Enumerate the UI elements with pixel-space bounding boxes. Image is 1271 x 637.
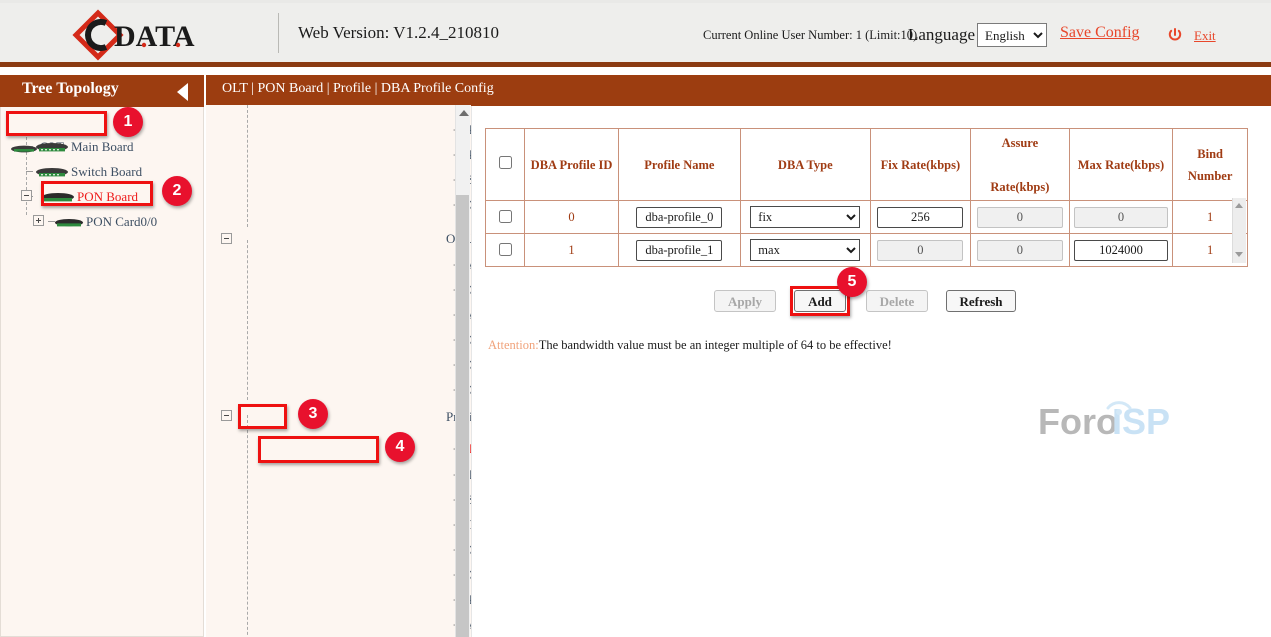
- fix-rate-input: [877, 240, 963, 261]
- header-fix-rate: Fix Rate(kbps): [870, 129, 971, 201]
- dba-profile-table: DBA Profile ID Profile Name DBA Type Fix…: [485, 128, 1248, 267]
- tree-node-label: PON Card0/0: [86, 214, 157, 229]
- cell-dba-type: fix: [741, 201, 871, 234]
- fix-rate-input[interactable]: [877, 207, 963, 228]
- header-profile-name: Profile Name: [618, 129, 740, 201]
- tree-topology-header: Tree Topology: [0, 75, 204, 107]
- tree-node-label: Main Board: [71, 139, 133, 154]
- delete-button: Delete: [866, 290, 928, 312]
- profile-name-input[interactable]: [636, 240, 722, 261]
- header-max-rate: Max Rate(kbps): [1069, 129, 1173, 201]
- cell-assure-rate: [971, 234, 1069, 267]
- row-checkbox[interactable]: [499, 210, 512, 223]
- cell-dba-profile-id: 1: [525, 234, 618, 267]
- menu-guide-line: [247, 415, 248, 637]
- cell-dba-type: max: [741, 234, 871, 267]
- dba-type-select[interactable]: fix: [750, 206, 860, 228]
- cell-max-rate: [1069, 201, 1173, 234]
- max-rate-input: [1074, 207, 1168, 228]
- dba-type-select[interactable]: max: [750, 239, 860, 261]
- apply-button: Apply: [714, 290, 776, 312]
- cell-fix-rate: [870, 201, 971, 234]
- device-icon: [54, 218, 84, 229]
- cell-assure-rate: [971, 201, 1069, 234]
- device-icon: [35, 167, 69, 179]
- header-assure-rate: Assure Rate(kbps): [971, 129, 1069, 201]
- cell-max-rate: [1069, 234, 1173, 267]
- tree-expander-pon-board[interactable]: [21, 190, 32, 201]
- exit-link[interactable]: Exit: [1194, 28, 1216, 44]
- header-accent-rule: [0, 62, 1271, 67]
- refresh-button[interactable]: Refresh: [946, 290, 1016, 312]
- web-version-label: Web Version: V1.2.4_210810: [298, 23, 499, 43]
- cell-profile-name: [618, 234, 740, 267]
- add-button[interactable]: Add: [794, 290, 846, 312]
- cell-fix-rate: [870, 234, 971, 267]
- tree-expander-pon-card[interactable]: [33, 215, 44, 226]
- header-dba-profile-id: DBA Profile ID: [525, 129, 618, 201]
- tree-topology-title: Tree Topology: [22, 80, 119, 98]
- menu-expander-profile[interactable]: [221, 410, 232, 421]
- watermark-foro: Foro: [1038, 401, 1118, 442]
- tree-topology-body: OLT Main Board S: [0, 107, 204, 637]
- device-icon: [41, 192, 75, 204]
- attention-label: Attention:: [488, 338, 539, 352]
- assure-rate-input: [977, 240, 1063, 261]
- table-row: 0 fix 1: [486, 201, 1248, 234]
- select-all-header: [486, 129, 525, 201]
- collapse-sidebar-icon[interactable]: [177, 83, 188, 101]
- header-dba-type: DBA Type: [741, 129, 871, 201]
- profile-name-input[interactable]: [636, 207, 722, 228]
- app-header: DATA Web Version: V1.2.4_210810 Current …: [0, 0, 1271, 62]
- breadcrumb-bar: OLT | PON Board | Profile | DBA Profile …: [206, 75, 1271, 106]
- module-menu-panel: --- Port Extend Config --- Port Rate Lim…: [206, 105, 471, 637]
- assure-rate-input: [977, 207, 1063, 228]
- menu-guide-line: [247, 240, 248, 400]
- menu-scrollbar-thumb[interactable]: [456, 195, 469, 637]
- cdata-logo: DATA: [72, 9, 212, 61]
- watermark-isp: ISP: [1112, 401, 1170, 442]
- header-assure-line2: Rate(kbps): [990, 180, 1049, 194]
- attention-message: The bandwidth value must be an integer m…: [539, 338, 892, 352]
- menu-expander-onu-manage[interactable]: [221, 233, 232, 244]
- language-label: Language: [908, 25, 975, 45]
- menu-scroll-up-icon[interactable]: [459, 110, 469, 116]
- table-header-row: DBA Profile ID Profile Name DBA Type Fix…: [486, 129, 1248, 201]
- cell-profile-name: [618, 201, 740, 234]
- device-icon: [35, 142, 69, 154]
- tree-node-label: Switch Board: [71, 164, 142, 179]
- row-checkbox[interactable]: [499, 243, 512, 256]
- table-scroll-up-icon[interactable]: [1235, 203, 1243, 208]
- tree-node-main-board[interactable]: Main Board: [35, 138, 133, 156]
- tree-topology-panel: Tree Topology OLT: [0, 75, 204, 637]
- tree-dash: [26, 171, 33, 172]
- content-panel: Foro ISP DBA Profile ID Profile Name DBA…: [471, 106, 1271, 637]
- cell-dba-profile-id: 0: [525, 201, 618, 234]
- row-select-cell: [486, 234, 525, 267]
- online-user-count: Current Online User Number: 1 (Limit:10): [703, 28, 917, 43]
- tree-node-label: PON Board: [77, 189, 138, 204]
- row-select-cell: [486, 201, 525, 234]
- device-icon: [10, 144, 38, 154]
- header-bind-number: Bind Number: [1173, 129, 1248, 201]
- max-rate-input[interactable]: [1074, 240, 1168, 261]
- breadcrumb: OLT | PON Board | Profile | DBA Profile …: [222, 81, 494, 97]
- table-scroll-down-icon[interactable]: [1235, 252, 1243, 257]
- header-assure-line1: Assure: [1002, 136, 1039, 150]
- save-config-link[interactable]: Save Config: [1060, 24, 1140, 42]
- attention-note: Attention:The bandwidth value must be an…: [488, 338, 892, 353]
- tree-node-pon-board[interactable]: PON Board: [41, 188, 138, 206]
- select-all-checkbox[interactable]: [499, 156, 512, 169]
- tree-node-switch-board[interactable]: Switch Board: [35, 163, 142, 181]
- menu-guide-line: [247, 105, 248, 227]
- header-divider: [278, 13, 279, 53]
- power-icon[interactable]: [1167, 27, 1183, 43]
- language-select[interactable]: English: [977, 23, 1047, 47]
- table-row: 1 max 1: [486, 234, 1248, 267]
- foroisp-watermark: Foro ISP: [1038, 394, 1188, 446]
- tree-node-pon-card[interactable]: PON Card0/0: [54, 213, 157, 231]
- svg-text:DATA: DATA: [114, 20, 195, 53]
